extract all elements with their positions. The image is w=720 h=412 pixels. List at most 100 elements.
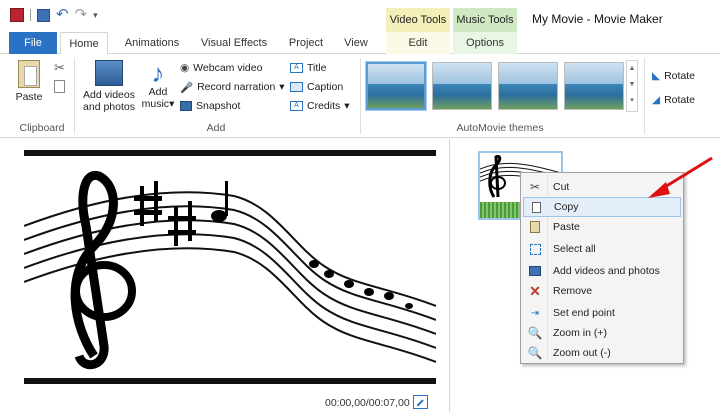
menu-item-label: Paste: [553, 221, 580, 233]
menu-item-select-all[interactable]: Select all: [523, 239, 681, 259]
microphone-icon: 🎤: [180, 81, 194, 94]
music-notes-image: [24, 170, 436, 370]
scissors-icon: ✂: [529, 180, 541, 194]
webcam-video-button[interactable]: ◉ Webcam video: [180, 60, 262, 76]
group-divider: [644, 58, 645, 134]
redo-icon[interactable]: ↷: [75, 7, 88, 22]
video-preview[interactable]: [24, 150, 436, 384]
select-all-icon: [523, 243, 547, 255]
preview-pane: 00:00,00/00:07,00: [0, 139, 450, 412]
snapshot-label: Snapshot: [196, 100, 241, 112]
record-narration-button[interactable]: 🎤 Record narration ▾: [180, 79, 285, 95]
add-videos-photos-button[interactable]: Add videos and photos: [80, 60, 138, 113]
context-menu: ✂ Cut Copy Paste Select all Add videos a…: [520, 172, 684, 364]
paste-icon: [18, 60, 40, 88]
dropdown-arrow-icon: ▾: [279, 81, 285, 93]
menu-item-zoom-out[interactable]: 🔍 Zoom out (-): [523, 343, 681, 363]
title-label: Title: [307, 62, 327, 74]
automovie-theme-1[interactable]: [365, 61, 427, 111]
add-media-icon: [523, 266, 547, 276]
menu-item-cut[interactable]: ✂ Cut: [523, 177, 681, 197]
themes-gallery-scroll[interactable]: ▲ ▼ ▾: [626, 60, 638, 112]
menu-item-copy[interactable]: Copy: [523, 197, 681, 217]
menu-item-label: Add videos and photos: [553, 265, 660, 277]
app-menu-icon[interactable]: [10, 8, 24, 22]
undo-icon[interactable]: ↶: [56, 7, 69, 22]
expand-preview-icon[interactable]: [413, 395, 428, 409]
title-bar: ↶ ↷ ▾ Video Tools Music Tools My Movie -…: [0, 0, 720, 32]
tab-project[interactable]: Project: [282, 32, 330, 54]
save-icon[interactable]: [37, 8, 50, 22]
rotate-right-label: Rotate: [664, 94, 696, 106]
qat-separator: [30, 9, 31, 21]
title-icon: A: [290, 63, 303, 73]
rotate-left-label: Rotate: [664, 70, 696, 82]
automovie-theme-2[interactable]: [432, 62, 492, 110]
automovie-theme-4[interactable]: [564, 62, 624, 110]
automovie-group-label: AutoMovie themes: [456, 122, 544, 134]
snapshot-button[interactable]: Snapshot: [180, 98, 240, 114]
clipboard-group-label: Clipboard: [19, 122, 65, 134]
music-tools-group: Music Tools: [453, 8, 517, 32]
tab-animations[interactable]: Animations: [116, 32, 188, 54]
rotate-right-button[interactable]: ◢ Rotate: [652, 92, 695, 108]
menu-item-label: Zoom in (+): [553, 327, 607, 339]
rotate-right-icon: ◢: [652, 94, 661, 106]
rotate-left-button[interactable]: ◣ Rotate: [652, 68, 695, 84]
add-music-label-2: music: [141, 98, 170, 110]
menu-item-label: Cut: [553, 181, 570, 193]
add-videos-label-2: and photos: [83, 101, 135, 113]
menu-item-label: Remove: [553, 285, 593, 297]
zoom-out-icon: 🔍: [527, 346, 543, 360]
add-videos-label: Add videos: [83, 89, 135, 101]
group-divider: [74, 58, 75, 134]
caption-label: Caption: [307, 81, 344, 93]
menu-item-set-end-point[interactable]: ⇥ Set end point: [523, 303, 681, 323]
ribbon: Paste ✂ Clipboard Add videos and photos …: [0, 54, 720, 138]
menu-item-remove[interactable]: ✕ Remove: [523, 281, 681, 301]
paste-icon: [523, 221, 547, 233]
menu-item-zoom-in[interactable]: 🔍 Zoom in (+): [523, 323, 681, 343]
webcam-label: Webcam video: [193, 62, 263, 74]
end-point-icon: ⇥: [530, 307, 540, 319]
ribbon-tabs: File Home Animations Visual Effects Proj…: [0, 32, 720, 55]
video-tools-group: Video Tools: [386, 8, 450, 32]
title-button[interactable]: A Title: [290, 60, 326, 76]
dropdown-arrow-icon: ▾: [169, 98, 175, 110]
music-note-icon: ♪: [151, 58, 165, 88]
copy-icon[interactable]: [54, 80, 65, 93]
add-music-label: Add: [148, 86, 168, 98]
remove-icon: ✕: [529, 283, 541, 299]
automovie-theme-3[interactable]: [498, 62, 558, 110]
credits-label: Credits: [307, 100, 341, 112]
rotate-left-icon: ◣: [652, 70, 661, 82]
paste-label: Paste: [15, 91, 43, 103]
add-music-button[interactable]: ♪ Add music▾: [140, 60, 176, 110]
customize-qat-icon[interactable]: ▾: [93, 10, 98, 21]
credits-icon: A: [290, 101, 303, 111]
playback-timecode: 00:00,00/00:07,00: [325, 397, 410, 409]
cut-icon[interactable]: ✂: [54, 60, 65, 76]
snapshot-icon: [180, 101, 192, 111]
tab-view[interactable]: View: [336, 32, 376, 54]
menu-item-paste[interactable]: Paste: [523, 217, 681, 237]
caption-button[interactable]: Caption: [290, 79, 343, 95]
dropdown-arrow-icon: ▾: [344, 100, 350, 112]
tab-home[interactable]: Home: [60, 32, 108, 55]
group-divider: [360, 58, 361, 134]
paste-button[interactable]: Paste: [12, 60, 46, 103]
tab-edit[interactable]: Edit: [386, 32, 450, 54]
tab-options[interactable]: Options: [453, 32, 517, 54]
film-icon: [95, 60, 123, 86]
menu-item-label: Select all: [553, 243, 596, 255]
add-group-label: Add: [206, 122, 226, 134]
tab-file[interactable]: File: [9, 32, 57, 54]
credits-button[interactable]: A Credits ▾: [290, 98, 350, 114]
zoom-in-icon: 🔍: [527, 326, 543, 340]
menu-item-label: Set end point: [553, 307, 615, 319]
caption-icon: [290, 82, 303, 92]
tab-visual-effects[interactable]: Visual Effects: [196, 32, 272, 54]
copy-icon: [524, 201, 548, 213]
webcam-icon: ◉: [180, 62, 190, 74]
menu-item-add-videos-photos[interactable]: Add videos and photos: [523, 261, 681, 281]
